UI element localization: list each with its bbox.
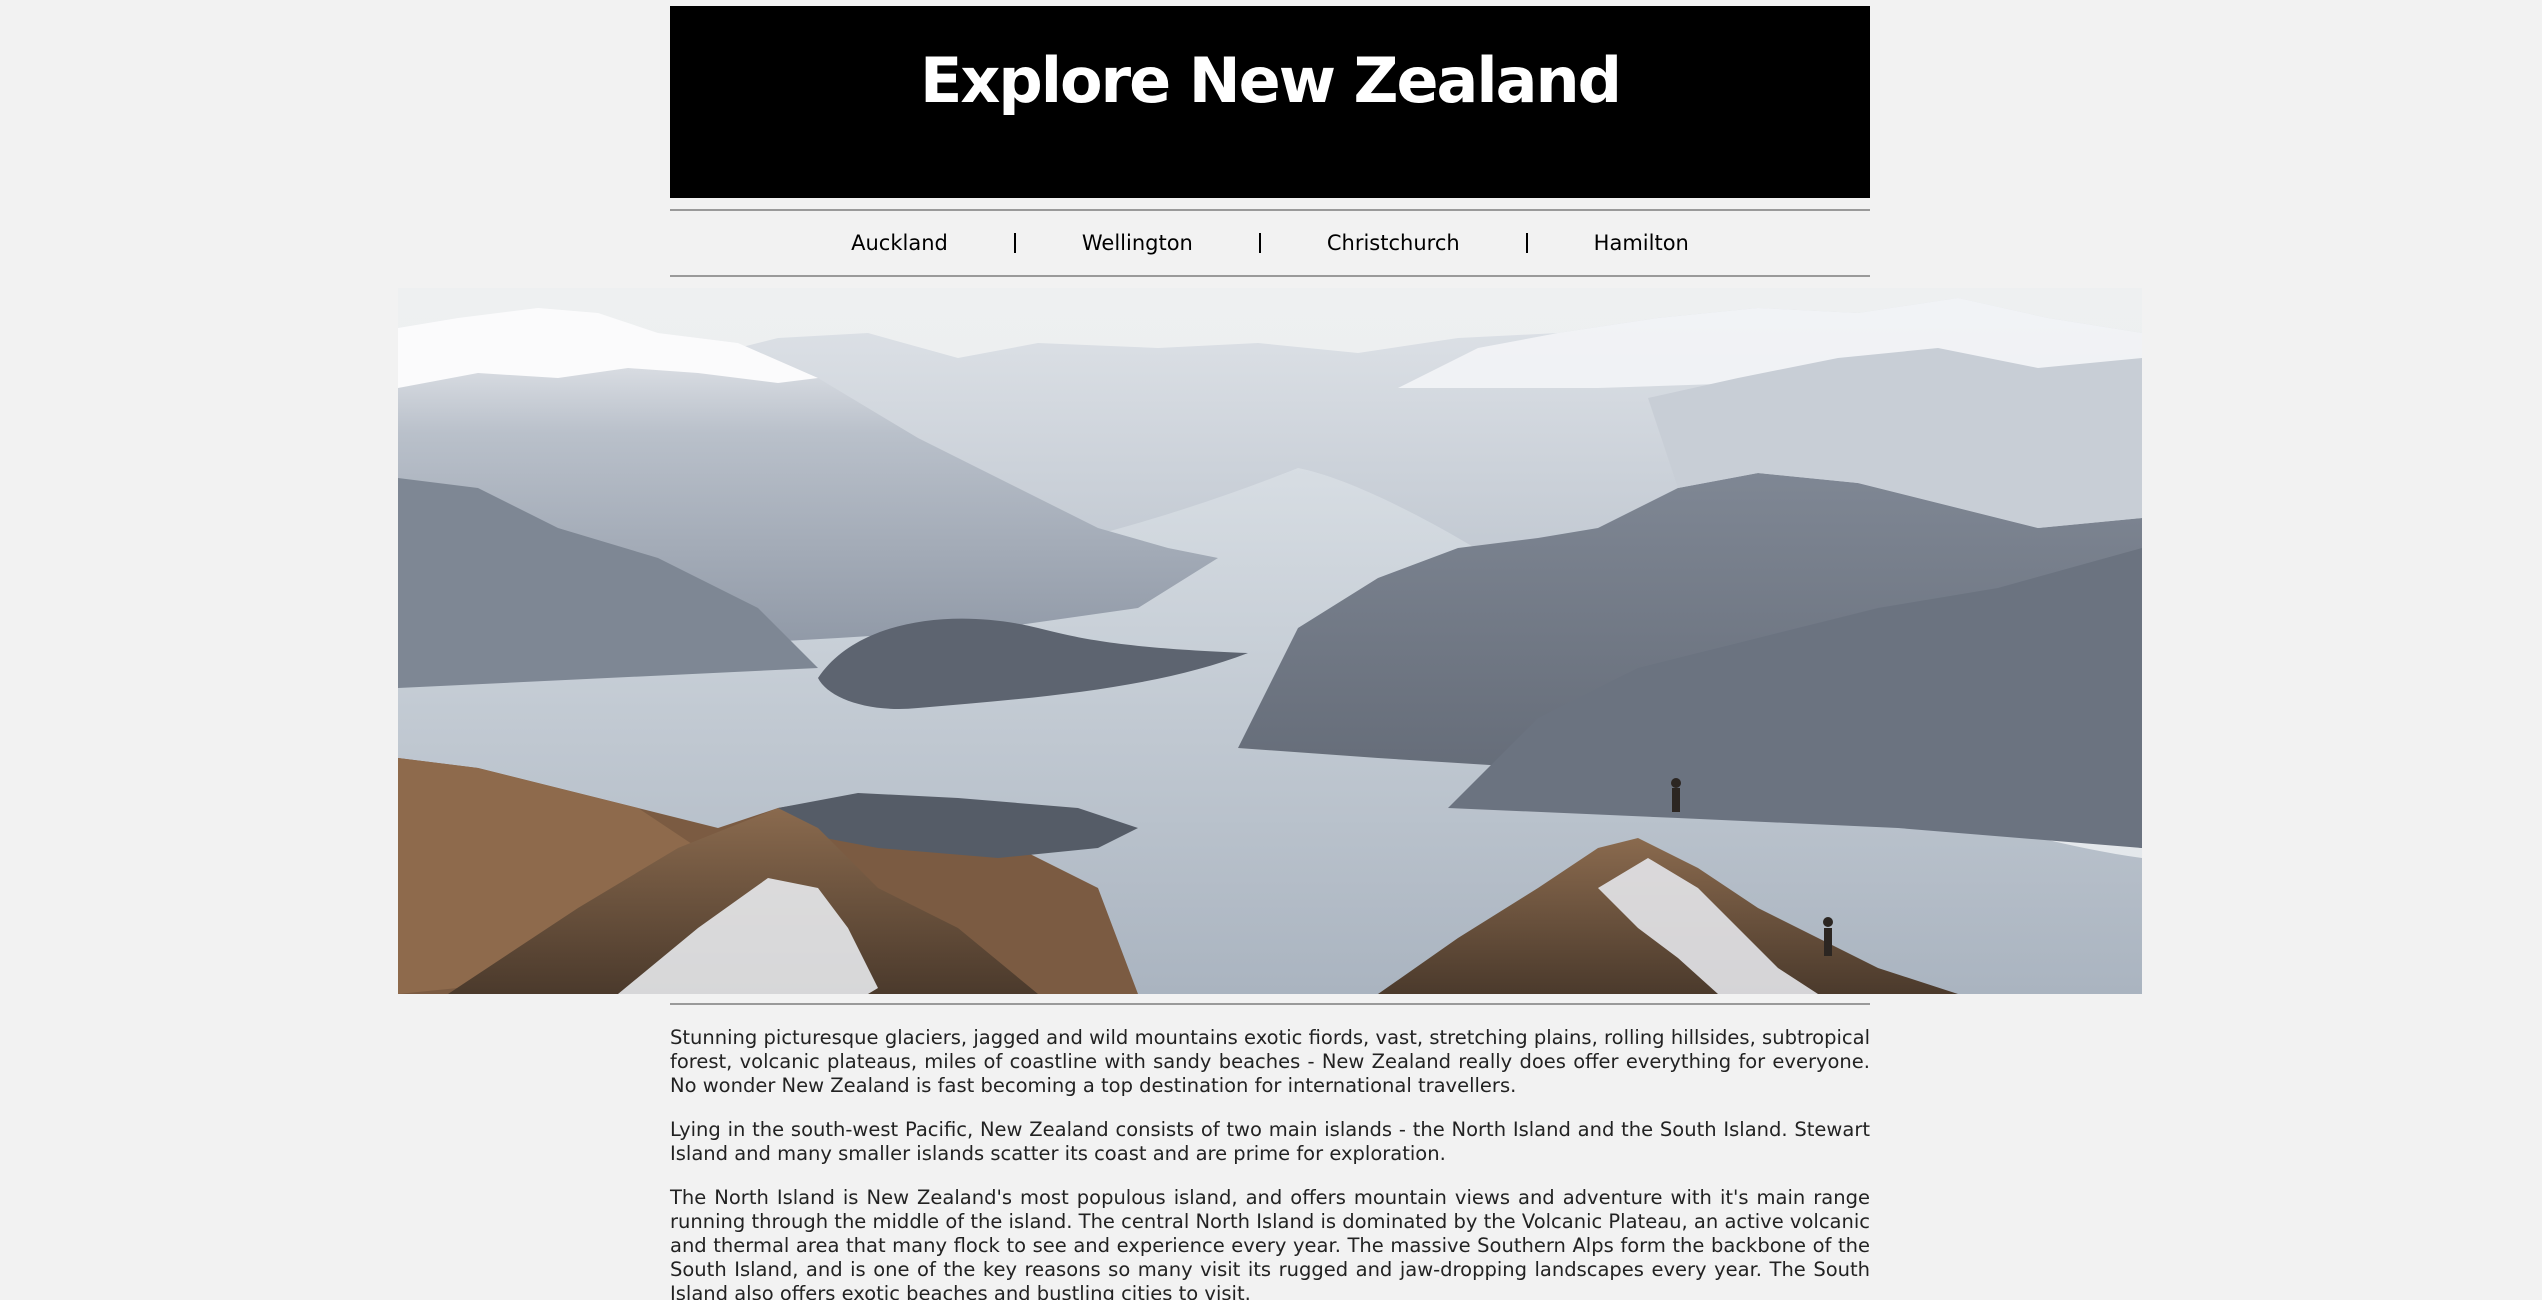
nav-separator bbox=[1013, 233, 1016, 253]
nav-separator bbox=[1258, 233, 1261, 253]
article-content: Stunning picturesque glaciers, jagged an… bbox=[670, 1026, 1870, 1300]
content-divider bbox=[670, 1003, 1870, 1005]
nav-separator bbox=[1525, 233, 1528, 253]
page: Explore New Zealand Auckland Wellington … bbox=[0, 0, 2542, 1300]
nav-link-christchurch[interactable]: Christchurch bbox=[1327, 231, 1460, 255]
paragraph-geography: Lying in the south-west Pacific, New Zea… bbox=[670, 1118, 1870, 1165]
paragraph-intro: Stunning picturesque glaciers, jagged an… bbox=[670, 1026, 1870, 1097]
nav-link-hamilton[interactable]: Hamilton bbox=[1594, 231, 1689, 255]
nav-bottom-divider bbox=[670, 275, 1870, 277]
hero-image bbox=[398, 288, 2142, 994]
nav-link-wellington[interactable]: Wellington bbox=[1082, 231, 1193, 255]
paragraph-islands: The North Island is New Zealand's most p… bbox=[670, 1186, 1870, 1300]
mountain-lake-landscape bbox=[398, 288, 2142, 994]
site-header: Explore New Zealand bbox=[670, 6, 1870, 198]
city-navigation: Auckland Wellington Christchurch Hamilto… bbox=[670, 211, 1870, 275]
page-title: Explore New Zealand bbox=[919, 43, 1622, 117]
nav-link-auckland[interactable]: Auckland bbox=[851, 231, 948, 255]
